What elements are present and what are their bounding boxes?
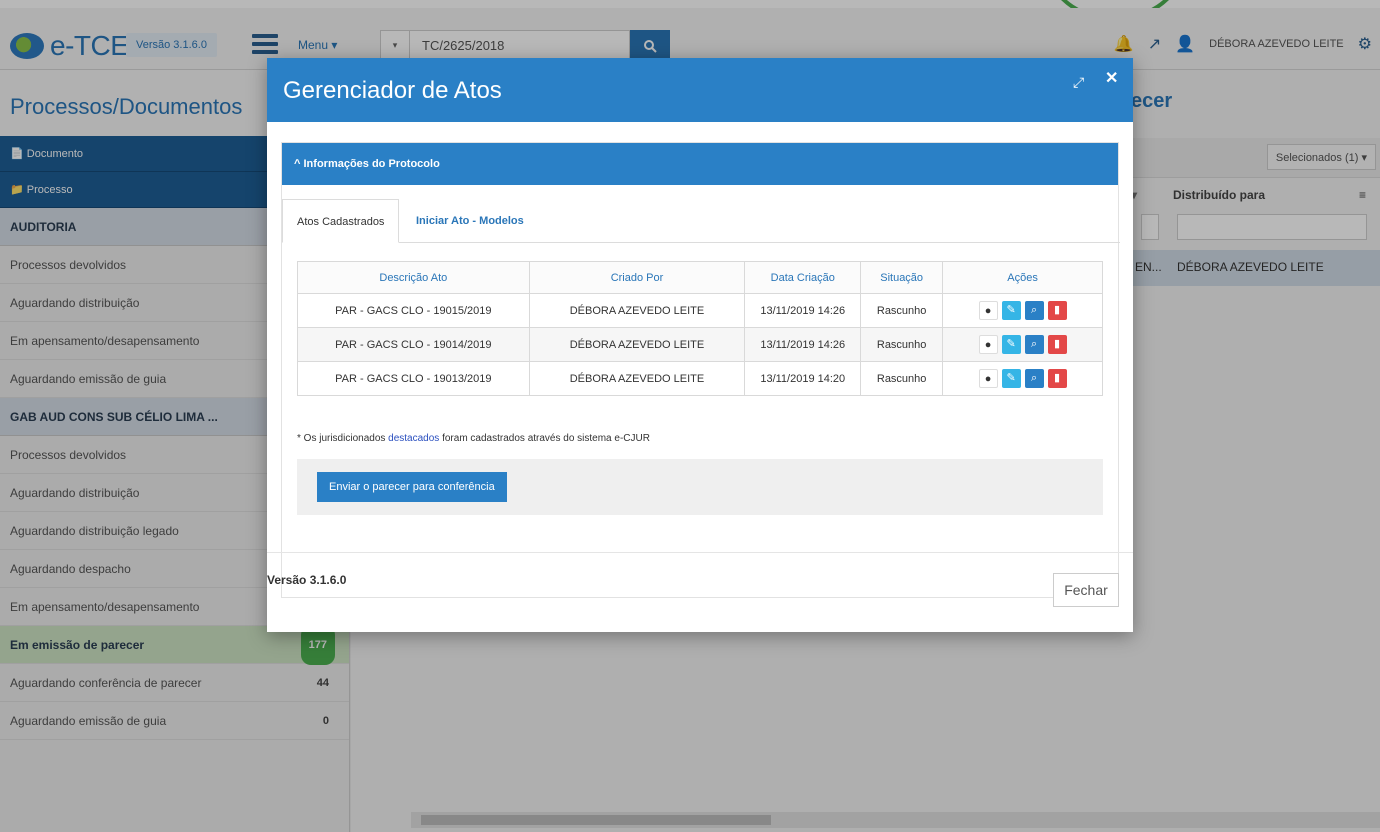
- column-header: Data Criação: [744, 261, 862, 294]
- trash-icon[interactable]: ▮: [1047, 301, 1067, 320]
- edit-icon[interactable]: ✎: [1001, 335, 1021, 354]
- gerenciador-de-atos-modal: Gerenciador de Atos ⤢ ✕ ^ Informações do…: [267, 58, 1133, 632]
- eye-icon[interactable]: ●: [978, 335, 998, 354]
- column-header: Criado Por: [528, 261, 746, 294]
- panel-header[interactable]: ^ Informações do Protocolo: [282, 143, 1118, 185]
- cell-data: 13/11/2019 14:20: [744, 361, 862, 396]
- edit-icon[interactable]: ✎: [1001, 301, 1021, 320]
- panel-header-label: Informações do Protocolo: [303, 158, 440, 170]
- tab-bar: Atos Cadastrados Iniciar Ato - Modelos: [282, 199, 1120, 243]
- cell-acoes: ● ✎ ⌕ ▮: [942, 293, 1103, 328]
- table-row: PAR - GACS CLO - 19014/2019 DÉBORA AZEVE…: [297, 327, 1103, 362]
- table-row: PAR - GACS CLO - 19015/2019 DÉBORA AZEVE…: [297, 293, 1103, 328]
- cell-descricao: PAR - GACS CLO - 19014/2019: [297, 327, 530, 362]
- send-bar: Enviar o parecer para conferência: [297, 459, 1103, 515]
- cell-situacao: Rascunho: [860, 327, 944, 362]
- cell-descricao: PAR - GACS CLO - 19013/2019: [297, 361, 530, 396]
- cell-data: 13/11/2019 14:26: [744, 293, 862, 328]
- tab-iniciar-ato[interactable]: Iniciar Ato - Modelos: [402, 199, 538, 243]
- table-row: PAR - GACS CLO - 19013/2019 DÉBORA AZEVE…: [297, 361, 1103, 396]
- cell-situacao: Rascunho: [860, 361, 944, 396]
- footnote-highlight: destacados: [388, 433, 440, 444]
- eye-icon[interactable]: ●: [978, 369, 998, 388]
- chevron-up-icon: ^: [294, 158, 301, 170]
- modal-body: ^ Informações do Protocolo Atos Cadastra…: [281, 142, 1120, 599]
- footnote-suffix: foram cadastrados através do sistema e-C…: [442, 433, 650, 444]
- cell-criado-por: DÉBORA AZEVEDO LEITE: [528, 327, 746, 362]
- trash-icon[interactable]: ▮: [1047, 335, 1067, 354]
- cell-criado-por: DÉBORA AZEVEDO LEITE: [528, 361, 746, 396]
- table-header-row: Descrição Ato Criado Por Data Criação Si…: [297, 261, 1103, 294]
- modal-title: Gerenciador de Atos: [283, 77, 502, 104]
- column-header: Situação: [860, 261, 944, 294]
- cell-acoes: ● ✎ ⌕ ▮: [942, 361, 1103, 396]
- close-button[interactable]: Fechar: [1053, 573, 1119, 607]
- column-header: Ações: [942, 261, 1103, 294]
- atos-table: Descrição Ato Criado Por Data Criação Si…: [297, 261, 1103, 396]
- tab-atos-cadastrados[interactable]: Atos Cadastrados: [282, 199, 400, 243]
- edit-icon[interactable]: ✎: [1001, 369, 1021, 388]
- send-parecer-button[interactable]: Enviar o parecer para conferência: [317, 472, 507, 502]
- column-header: Descrição Ato: [297, 261, 530, 294]
- magnifier-icon[interactable]: ⌕: [1024, 301, 1044, 320]
- modal-footer: Versão 3.1.6.0 Fechar: [267, 552, 1133, 632]
- cell-criado-por: DÉBORA AZEVEDO LEITE: [528, 293, 746, 328]
- footnote-prefix: * Os jurisdicionados: [297, 433, 386, 444]
- cell-descricao: PAR - GACS CLO - 19015/2019: [297, 293, 530, 328]
- footnote: * Os jurisdicionados destacados foram ca…: [297, 433, 650, 444]
- eye-icon[interactable]: ●: [978, 301, 998, 320]
- close-icon[interactable]: ✕: [1105, 68, 1118, 88]
- modal-header: Gerenciador de Atos ⤢ ✕: [267, 58, 1133, 122]
- trash-icon[interactable]: ▮: [1047, 369, 1067, 388]
- magnifier-icon[interactable]: ⌕: [1024, 335, 1044, 354]
- cell-situacao: Rascunho: [860, 293, 944, 328]
- tab-panel: Descrição Ato Criado Por Data Criação Si…: [282, 243, 1120, 599]
- cell-data: 13/11/2019 14:26: [744, 327, 862, 362]
- expand-icon[interactable]: ⤢: [1073, 74, 1084, 91]
- cell-acoes: ● ✎ ⌕ ▮: [942, 327, 1103, 362]
- footer-version: Versão 3.1.6.0: [267, 573, 347, 587]
- magnifier-icon[interactable]: ⌕: [1024, 369, 1044, 388]
